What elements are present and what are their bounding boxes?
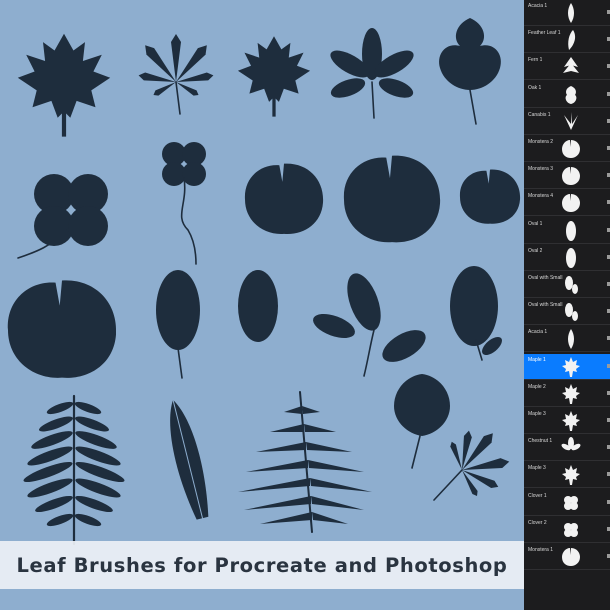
fern-leaf-icon (238, 391, 372, 533)
clover-leaf-icon (17, 174, 108, 259)
brush-item[interactable]: Oval 1 (524, 218, 610, 244)
oval-leaf-icon (450, 266, 502, 361)
chestnut-leaf-icon (330, 28, 414, 119)
monstera-leaf-icon (459, 169, 521, 224)
brush-item[interactable]: Oak 1 (524, 82, 610, 108)
feather-leaf-icon (560, 28, 582, 52)
brush-item[interactable]: Monstera 3 (524, 163, 610, 190)
brush-item-label: Acacia 1 (528, 3, 548, 9)
brush-item[interactable]: Clover 1 (524, 490, 610, 516)
cannabis-leaf-icon (138, 34, 214, 115)
brush-item[interactable]: Acacia 1 (524, 0, 610, 26)
maple-leaf-icon (560, 463, 582, 487)
palmate-leaf-icon (560, 110, 582, 134)
brush-item-label: Monstera 2 (528, 139, 554, 145)
brush-item[interactable]: Maple 3 (524, 408, 610, 434)
branch-leaf-icon (313, 273, 426, 377)
acacia-leaf-icon (560, 327, 582, 351)
brush-item[interactable]: Oval with Small L (524, 299, 610, 326)
clover-leaf-icon (560, 518, 582, 542)
brush-item-label: Feather Leaf 1 (528, 30, 561, 37)
brush-item[interactable]: Fern 1 (524, 54, 610, 81)
oval-leaf-icon (238, 270, 278, 342)
maple-leaf-icon (560, 355, 582, 379)
clover-leaf-icon (162, 142, 206, 265)
brush-item-label: Oval with Small L (528, 275, 564, 281)
fern-leaf-icon (560, 55, 582, 79)
brush-item-label: Oval 1 (528, 220, 543, 227)
brush-item[interactable]: Feather Leaf 1 (524, 27, 610, 54)
monstera-leaf-icon (7, 280, 117, 378)
brush-item-label: Clover 2 (528, 519, 547, 526)
brush-item-label: Acacia 1 (528, 329, 548, 336)
brush-item-label: Maple 2 (528, 383, 546, 390)
maple-leaf-icon (17, 33, 111, 137)
oval-leaf-icon (560, 219, 582, 243)
monstera-leaf-icon (244, 163, 324, 235)
brush-item[interactable]: Canabis 1 (524, 109, 610, 135)
artwork-canvas (0, 0, 524, 610)
oval-leaf-icon (560, 246, 582, 270)
brush-item[interactable]: Maple 1 (524, 353, 610, 380)
brush-item-label: Maple 3 (528, 411, 546, 417)
brush-item-label: Monstera 4 (528, 193, 554, 200)
acacia-leaf-icon (23, 394, 125, 546)
fig-leaf-icon (439, 18, 501, 125)
monstera-leaf-icon (560, 545, 582, 569)
brush-item-label: Canabis 1 (528, 111, 551, 118)
brush-item-label: Maple 1 (528, 356, 546, 363)
brush-item[interactable]: Oval 2 (524, 245, 610, 271)
maple-leaf-icon (237, 36, 311, 117)
leaf-silhouettes (7, 18, 521, 546)
brush-item-label: Fern 1 (528, 57, 543, 64)
monstera-leaf-icon (560, 191, 582, 215)
brush-item[interactable]: Clover 2 (524, 517, 610, 543)
clover-leaf-icon (560, 491, 582, 515)
oval-leaf-icon (156, 270, 200, 379)
brush-item[interactable]: Maple 3 (524, 462, 610, 489)
brush-item-label: Monstera 3 (528, 166, 554, 173)
acacia-leaf-icon (560, 1, 582, 25)
brush-item[interactable]: Acacia 1 (524, 326, 610, 353)
oak-leaf-icon (560, 83, 582, 107)
fig-leaf-icon (394, 374, 450, 469)
brush-item-label: Oval 2 (528, 247, 543, 254)
brush-item-label: Clover 1 (528, 492, 547, 499)
brush-item[interactable]: Monstera 2 (524, 136, 610, 162)
oval-branch-icon (560, 273, 582, 297)
brush-item-label: Maple 3 (528, 465, 546, 472)
maple-leaf-icon (560, 409, 582, 433)
banner-title: Leaf Brushes for Procreate and Photoshop (16, 553, 508, 577)
brush-item[interactable]: Chestnut 1 (524, 435, 610, 462)
oval-branch-icon (560, 300, 582, 324)
brush-item-label: Chestnut 1 (528, 438, 553, 445)
maple-leaf-icon (560, 382, 582, 406)
chestnut-leaf-icon (560, 436, 582, 460)
brush-item[interactable]: Oval with Small L (524, 272, 610, 298)
monstera-leaf-icon (343, 155, 441, 243)
brush-item[interactable]: Maple 2 (524, 381, 610, 407)
title-banner: Leaf Brushes for Procreate and Photoshop (0, 541, 524, 589)
monstera-leaf-icon (560, 164, 582, 188)
feather-leaf-icon (170, 399, 209, 531)
monstera-leaf-icon (560, 137, 582, 161)
brush-library-panel: Acacia 1 Feather Leaf 1 Fern 1 Oak 1 Canabis… (524, 0, 610, 610)
brush-item[interactable]: Monstera 4 (524, 190, 610, 217)
brush-item-label: Oak 1 (528, 84, 542, 91)
brush-item-label: Monstera 1 (528, 547, 554, 553)
brush-item[interactable]: Monstera 1 (524, 544, 610, 570)
cannabis-leaf-icon (433, 430, 510, 501)
brush-item-label: Oval with Small L (528, 302, 564, 309)
